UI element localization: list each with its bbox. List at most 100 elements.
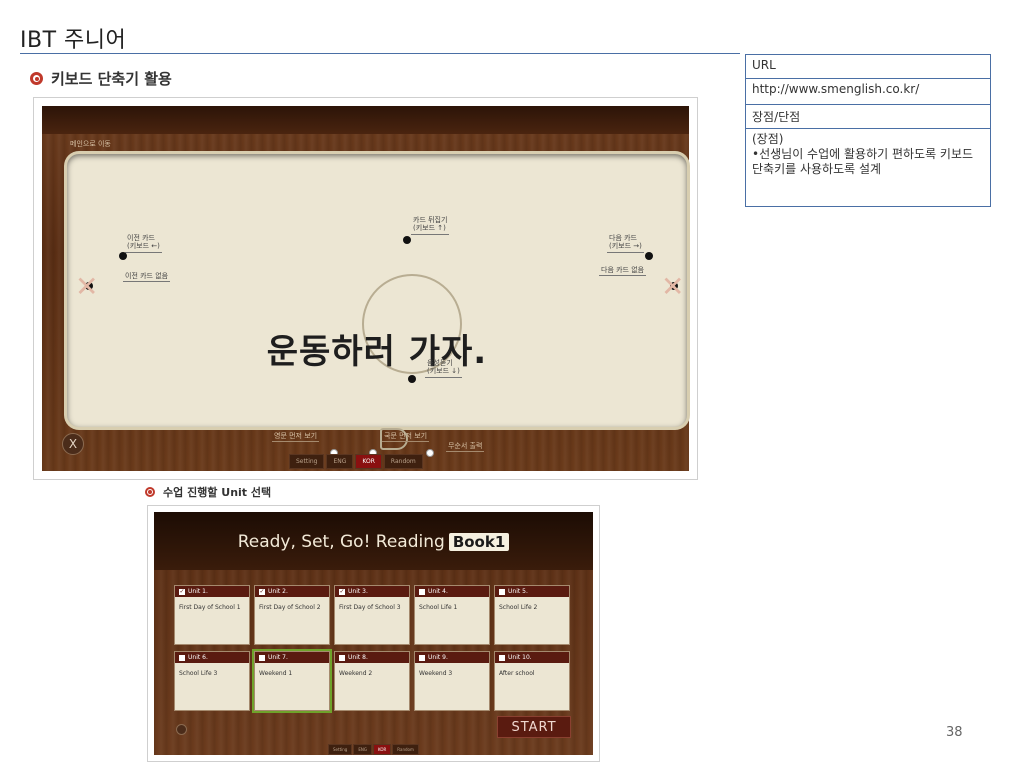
unit-name: School Life 1	[419, 604, 458, 611]
url-header: URL	[745, 54, 991, 79]
tab-setting[interactable]: Setting	[328, 744, 353, 755]
unit-card[interactable]: Unit 5. School Life 2	[494, 585, 570, 645]
tab-random[interactable]: Random	[392, 744, 419, 755]
flip-card-dot	[403, 236, 411, 244]
unit-card[interactable]: Unit 9. Weekend 3	[414, 651, 490, 711]
unit-label: Unit 6.	[188, 654, 208, 661]
prev-card-dot	[119, 252, 127, 260]
start-button[interactable]: START	[497, 716, 571, 738]
unit-label: Unit 8.	[348, 654, 368, 661]
section-heading-text: 키보드 단축기 활용	[51, 70, 172, 88]
unit-label: Unit 4.	[428, 588, 448, 595]
card-text: 운동하러 가자.	[266, 332, 488, 372]
next-arrow-icon[interactable]: ✕	[661, 270, 684, 303]
unit-name: Weekend 1	[259, 670, 293, 677]
url-value[interactable]: http://www.smenglish.co.kr/	[745, 78, 991, 105]
kor-first-label: 국문 먼저 보기	[382, 432, 430, 443]
eng-first-label: 영문 먼저 보기	[272, 432, 320, 443]
sound-dot	[408, 375, 416, 383]
checkbox-icon[interactable]	[419, 588, 425, 595]
unit-label: Unit 1.	[188, 588, 208, 595]
unit-header: Unit 7.	[255, 652, 329, 663]
unit-header: Unit 5.	[495, 586, 569, 597]
unit-name: First Day of School 1	[179, 604, 241, 611]
unit-card[interactable]: Unit 7. Weekend 1	[252, 649, 332, 713]
unit-header: ✓ Unit 3.	[335, 586, 409, 597]
unit-card[interactable]: ✓ Unit 3. First Day of School 3	[334, 585, 410, 645]
pros-body: •선생님이 수업에 활용하기 편하도록 키보드 단축키를 사용하도록 설계	[752, 147, 974, 176]
proscons-header: 장점/단점	[745, 104, 991, 129]
title-divider	[20, 53, 740, 54]
exit-button[interactable]: X	[62, 433, 84, 455]
unit-name: Weekend 3	[419, 670, 453, 677]
prev-arrow-icon[interactable]: ✕	[75, 270, 98, 303]
unit-label: Unit 7.	[268, 654, 288, 661]
unit-card[interactable]: ✓ Unit 1. First Day of School 1	[174, 585, 250, 645]
unit-grid: ✓ Unit 1. First Day of School 1 ✓ Unit 2. Fir…	[174, 585, 570, 713]
prev-card-hide-label: 이전 카드 없음	[123, 272, 171, 283]
random-dot	[426, 449, 434, 457]
sound-label: 음성듣기 (키보드 ↓)	[425, 359, 462, 378]
unit-name: First Day of School 2	[259, 604, 321, 611]
book-badge: Book1	[448, 533, 510, 551]
tab-setting[interactable]: Setting	[289, 454, 325, 469]
unit-select-title: Ready, Set, Go! Reading Book1	[148, 532, 599, 552]
flip-card-label: 카드 뒤집기 (키보드 ↑)	[411, 216, 450, 235]
unit-label: Unit 5.	[508, 588, 528, 595]
bullet-icon	[145, 487, 155, 497]
unit-label: Unit 10.	[508, 654, 532, 661]
tab-kor[interactable]: KOR	[372, 744, 392, 755]
unit-header: Unit 10.	[495, 652, 569, 663]
checkbox-icon[interactable]	[499, 654, 505, 661]
unit-name: School Life 2	[499, 604, 538, 611]
next-card-dot	[645, 252, 653, 260]
section-heading-unit: 수업 진행할 Unit 선택	[145, 484, 271, 500]
checkbox-icon[interactable]	[259, 654, 265, 661]
mode-tabs: Setting ENG KOR Random	[328, 744, 419, 755]
unit-card[interactable]: Unit 8. Weekend 2	[334, 651, 410, 711]
unit-name: First Day of School 3	[339, 604, 401, 611]
pros-title: (장점)	[752, 132, 784, 146]
unit-card[interactable]: Unit 6. School Life 3	[174, 651, 250, 711]
exit-button[interactable]	[176, 724, 187, 735]
unit-card[interactable]: Unit 4. School Life 1	[414, 585, 490, 645]
unit-header: ✓ Unit 1.	[175, 586, 249, 597]
mode-tabs: Setting ENG KOR Random	[289, 454, 423, 469]
page-number: 38	[946, 725, 963, 740]
unit-name: School Life 3	[179, 670, 218, 677]
unit-header: Unit 9.	[415, 652, 489, 663]
unit-label: Unit 2.	[268, 588, 288, 595]
tab-kor[interactable]: KOR	[355, 454, 382, 469]
unit-name: After school	[499, 670, 535, 677]
unit-header: Unit 8.	[335, 652, 409, 663]
unit-label: Unit 9.	[428, 654, 448, 661]
random-label: 무순서 출력	[446, 442, 485, 453]
tab-eng[interactable]: ENG	[326, 454, 354, 469]
pros-cell: (장점) •선생님이 수업에 활용하기 편하도록 키보드 단축키를 사용하도록 …	[745, 128, 991, 207]
section-heading-text: 수업 진행할 Unit 선택	[163, 486, 272, 499]
unit-select-screenshot: Ready, Set, Go! Reading Book1 ✓ Unit 1. Fir…	[147, 505, 600, 762]
prev-card-label: 이전 카드 (키보드 ←)	[125, 234, 162, 253]
tab-eng[interactable]: ENG	[353, 744, 372, 755]
main-menu-link[interactable]: 메인으로 이동	[68, 140, 113, 149]
checked-checkbox-icon[interactable]: ✓	[339, 588, 345, 595]
checkbox-icon[interactable]	[499, 588, 505, 595]
section-heading-keyboard: 키보드 단축기 활용	[30, 68, 172, 89]
checkbox-icon[interactable]	[339, 654, 345, 661]
page-title: IBT 주니어	[20, 28, 127, 53]
top-bar	[42, 106, 689, 134]
unit-card[interactable]: Unit 10. After school	[494, 651, 570, 711]
checkbox-icon[interactable]	[179, 654, 185, 661]
flashcard[interactable]: 운동하러 가자. 이전 카드 (키보드 ←) 이전 카드 없음 ✕ 카드 뒤집기(…	[67, 154, 687, 450]
checked-checkbox-icon[interactable]: ✓	[179, 588, 185, 595]
unit-name: Weekend 2	[339, 670, 373, 677]
tab-random[interactable]: Random	[383, 454, 423, 469]
unit-header: Unit 6.	[175, 652, 249, 663]
bullet-icon	[30, 72, 43, 85]
unit-card[interactable]: ✓ Unit 2. First Day of School 2	[254, 585, 330, 645]
checkbox-icon[interactable]	[419, 654, 425, 661]
unit-header: ✓ Unit 2.	[255, 586, 329, 597]
unit-label: Unit 3.	[348, 588, 368, 595]
info-table: URL http://www.smenglish.co.kr/ 장점/단점 (장…	[745, 54, 991, 207]
checked-checkbox-icon[interactable]: ✓	[259, 588, 265, 595]
